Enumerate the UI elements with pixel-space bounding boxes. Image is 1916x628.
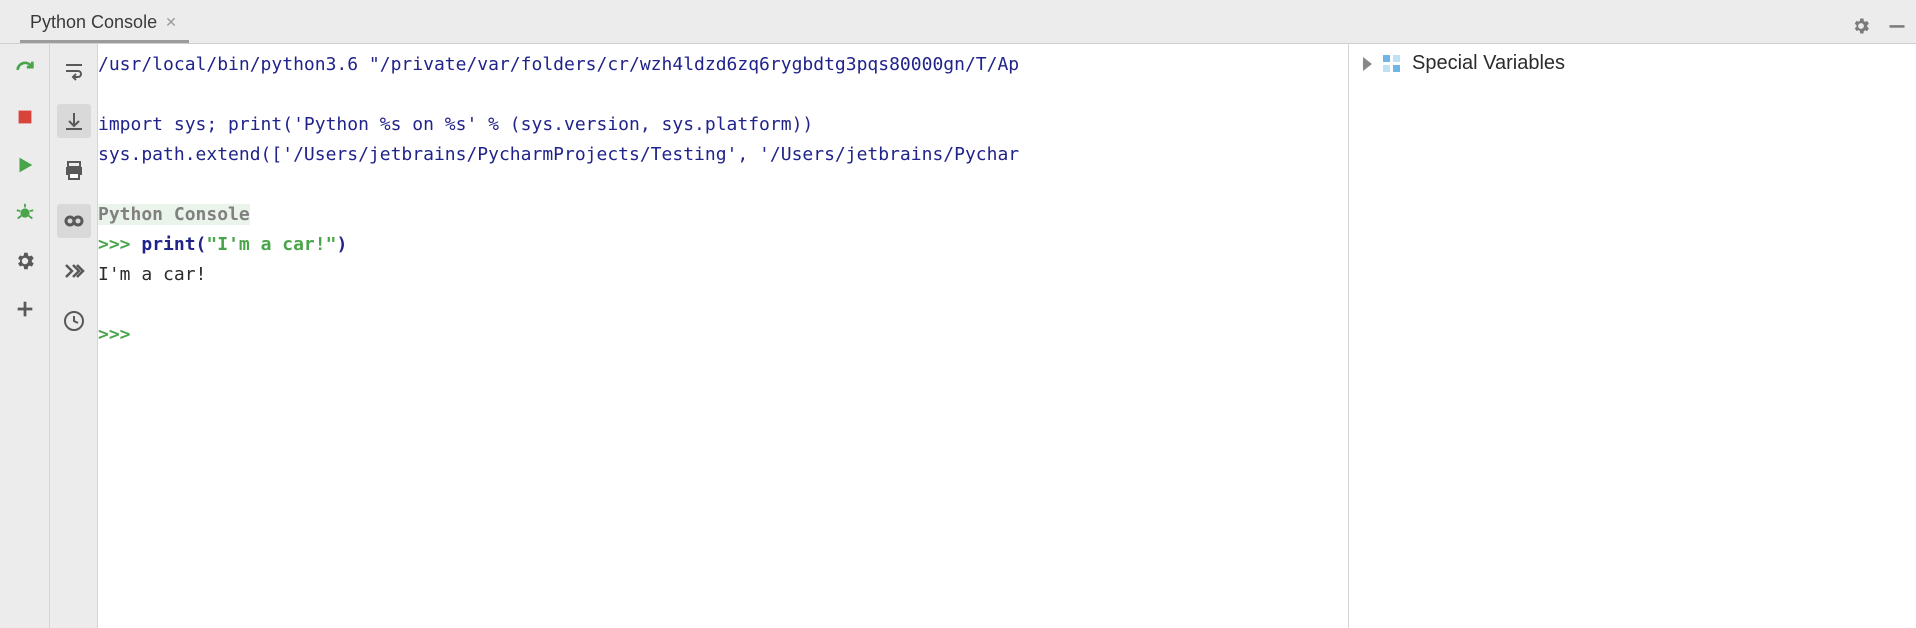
new-console-icon[interactable] [10,294,40,324]
call-close: ) [336,234,347,255]
python-console-panel: Python Console ✕ [0,0,1916,628]
syspath-line: sys.path.extend(['/Users/jetbrains/Pycha… [98,144,1019,165]
secondary-toolbar [50,44,98,628]
tab-python-console[interactable]: Python Console ✕ [20,5,189,43]
gear-icon[interactable] [1850,15,1872,37]
expand-icon[interactable] [1363,57,1372,71]
console-area: /usr/local/bin/python3.6 "/private/var/f… [98,44,1348,628]
blank-line [98,174,109,195]
interpreter-line: /usr/local/bin/python3.6 "/private/var/f… [98,54,1019,75]
variables-icon [1382,54,1402,74]
primary-toolbar [0,44,50,628]
rerun-icon[interactable] [10,54,40,84]
console-output[interactable]: /usr/local/bin/python3.6 "/private/var/f… [98,44,1348,628]
scroll-to-end-icon[interactable] [57,104,91,138]
call-open: print( [141,234,206,255]
close-icon[interactable]: ✕ [163,14,179,31]
console-banner: Python Console [98,204,250,225]
stop-icon[interactable] [10,102,40,132]
soft-wrap-icon[interactable] [57,54,91,88]
hide-icon[interactable] [1886,15,1908,37]
panel-body: /usr/local/bin/python3.6 "/private/var/f… [0,44,1916,628]
special-variables-label: Special Variables [1412,52,1565,75]
prompt-marker: >>> [98,234,141,255]
tool-window-header: Python Console ✕ [0,0,1916,44]
print-icon[interactable] [57,154,91,188]
prompt-marker: >>> [98,324,141,345]
tab-label: Python Console [30,12,157,33]
string-literal: "I'm a car!" [206,234,336,255]
browse-history-icon[interactable] [57,304,91,338]
import-line: import sys; print('Python %s on %s' % (s… [98,114,813,135]
run-icon[interactable] [10,150,40,180]
variables-panel: Special Variables [1348,44,1916,628]
settings-icon[interactable] [10,246,40,276]
show-command-queue-icon[interactable] [57,254,91,288]
blank-line [98,84,109,105]
debug-icon[interactable] [10,198,40,228]
show-variables-icon[interactable] [57,204,91,238]
special-variables-node[interactable]: Special Variables [1349,44,1916,83]
blank-line [98,294,109,315]
stdout-line: I'm a car! [98,264,206,285]
